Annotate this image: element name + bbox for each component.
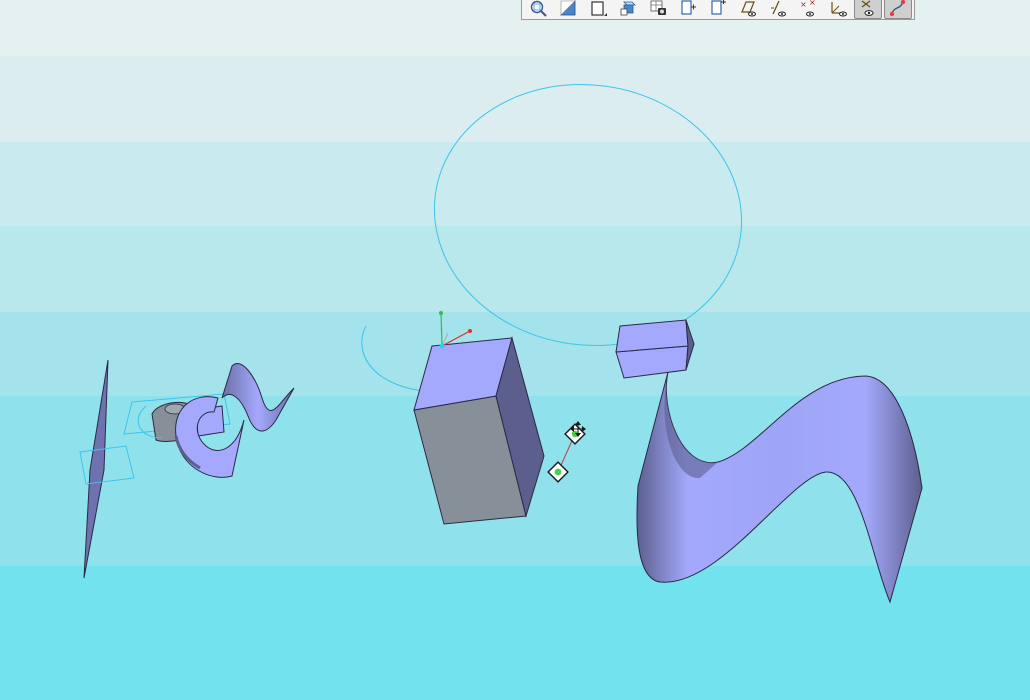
shading-icon xyxy=(558,0,578,18)
show-axes-icon xyxy=(768,0,788,18)
toolbar-button-show-axes[interactable] xyxy=(764,0,792,19)
small-wave-surface[interactable] xyxy=(221,363,295,432)
svg-text:×: × xyxy=(809,0,816,7)
drag-handles[interactable] xyxy=(547,423,586,483)
view-cube-icon xyxy=(588,0,608,18)
zoom-icon xyxy=(528,0,548,18)
toolbar-button-show-points[interactable]: × × xyxy=(794,0,822,19)
multi-view-icon xyxy=(618,0,638,18)
wave-surface[interactable] xyxy=(636,371,923,604)
toolbar-button-show-planes[interactable] xyxy=(734,0,762,19)
show-points-icon: × × xyxy=(798,0,818,18)
view-toolbar: × × xyxy=(521,0,915,20)
model-scene[interactable] xyxy=(0,0,1030,700)
plane-normal-icon xyxy=(678,0,698,18)
toolbar-button-annotation-display[interactable] xyxy=(884,0,912,19)
toolbar-button-show-csys[interactable] xyxy=(824,0,852,19)
show-planes-icon xyxy=(738,0,758,18)
show-csys-icon xyxy=(828,0,848,18)
toolbar-button-plane-normal[interactable] xyxy=(674,0,702,19)
svg-text:×: × xyxy=(800,0,807,9)
toolbar-button-plane-offset[interactable] xyxy=(704,0,732,19)
toolbar-button-view-cube[interactable] xyxy=(584,0,612,19)
toolbar-button-render-table[interactable] xyxy=(644,0,672,19)
datum-circle-curve[interactable] xyxy=(417,65,758,365)
render-table-icon xyxy=(648,0,668,18)
datum-plane-outline[interactable] xyxy=(79,445,135,485)
annotation-display-icon xyxy=(888,0,908,18)
toolbar-button-shading[interactable] xyxy=(554,0,582,19)
spin-center-icon xyxy=(858,0,878,18)
toolbar-button-multi-view[interactable] xyxy=(614,0,642,19)
small-box-top-face[interactable] xyxy=(615,319,689,353)
curved-sheet-surface[interactable] xyxy=(175,396,245,478)
plane-offset-icon xyxy=(708,0,728,18)
thin-plane-surface[interactable] xyxy=(83,359,109,579)
graphics-viewport[interactable]: × × xyxy=(0,0,1030,700)
toolbar-button-spin-center[interactable] xyxy=(854,0,882,19)
toolbar-button-zoom[interactable] xyxy=(524,0,552,19)
